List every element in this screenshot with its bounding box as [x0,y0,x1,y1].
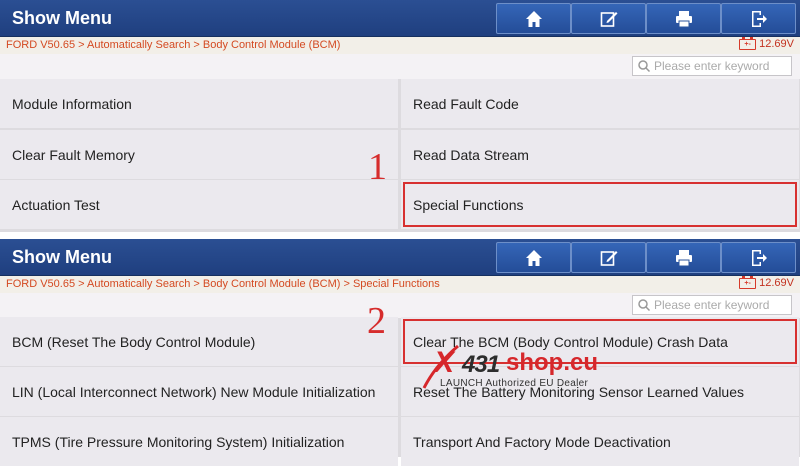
watermark-subtitle: LAUNCH Authorized EU Dealer [440,378,589,389]
battery-icon: +- [739,275,757,289]
battery-voltage: +- 12.69V [739,36,794,50]
exit-button[interactable] [721,3,796,34]
search-icon [638,299,651,312]
menu-item-actuation-test[interactable]: Actuation Test [0,180,398,229]
home-icon [525,10,542,27]
step-marker-2: 2 [367,300,386,342]
search-bar [0,293,800,318]
watermark-x: X [434,346,455,379]
breadcrumb: FORD V50.65 > Automatically Search > Bod… [6,39,341,51]
menu-item-module-information[interactable]: Module Information [0,79,398,128]
menu-item-lin-new-module-initialization[interactable]: LIN (Local Interconnect Network) New Mod… [0,367,398,416]
print-icon [675,10,692,27]
watermark-shop: shop.eu [506,349,599,376]
search-input[interactable] [651,59,790,73]
edit-button[interactable] [571,3,646,34]
menu-item-tpms-initialization[interactable]: TPMS (Tire Pressure Monitoring System) I… [0,417,398,466]
exit-button[interactable] [721,242,796,273]
search-icon [638,60,651,73]
print-button[interactable] [646,3,721,34]
search-input[interactable] [651,298,790,312]
show-menu-panel-2: Show Menu FORD V50.65 > Automatically Se… [0,239,800,466]
breadcrumb-bar: FORD V50.65 > Automatically Search > Bod… [0,36,800,54]
header-bar: Show Menu [0,0,800,37]
watermark-431: 431 [462,351,500,378]
menu-item-read-fault-code[interactable]: Read Fault Code [401,79,799,128]
home-button[interactable] [496,3,571,34]
panel-separator [0,232,800,239]
battery-voltage: +- 12.69V [739,275,794,289]
watermark-logo: X 431 shop.eu LAUNCH Authorized EU Deale… [418,336,638,394]
step-marker-1: 1 [368,146,387,188]
voltage-value: 12.69V [759,277,794,289]
home-icon [525,249,542,266]
exit-icon [751,10,767,27]
menu-item-clear-fault-memory[interactable]: Clear Fault Memory [0,130,398,179]
page-title: Show Menu [12,8,112,28]
battery-icon: +- [739,36,757,50]
menu-item-read-data-stream[interactable]: Read Data Stream [401,130,799,179]
voltage-value: 12.69V [759,38,794,50]
search-box[interactable] [632,295,792,315]
search-box[interactable] [632,56,792,76]
print-button[interactable] [646,242,721,273]
edit-button[interactable] [571,242,646,273]
header-bar: Show Menu [0,239,800,276]
breadcrumb-bar: FORD V50.65 > Automatically Search > Bod… [0,275,800,293]
breadcrumb: FORD V50.65 > Automatically Search > Bod… [6,278,440,290]
menu-item-special-functions[interactable]: Special Functions [401,180,799,229]
show-menu-panel-1: Show Menu FORD V50.65 > Automatically Se… [0,0,800,232]
search-bar [0,54,800,79]
menu-item-transport-factory-mode-deactivation[interactable]: Transport And Factory Mode Deactivation [401,417,799,466]
page-title: Show Menu [12,247,112,267]
print-icon [675,249,692,266]
home-button[interactable] [496,242,571,273]
exit-icon [751,249,767,266]
menu-item-bcm-reset[interactable]: BCM (Reset The Body Control Module) [0,317,398,366]
edit-icon [600,250,617,266]
edit-icon [600,11,617,27]
